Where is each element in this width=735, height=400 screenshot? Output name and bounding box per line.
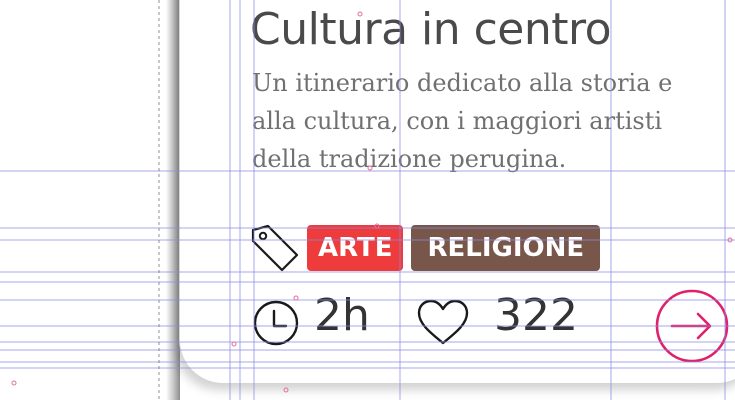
route-title: Cultura in centro <box>250 4 612 55</box>
left-column-shadow <box>166 0 180 400</box>
tag-arte[interactable]: ARTE <box>307 225 404 271</box>
arrow-right-circle-icon[interactable] <box>654 288 730 364</box>
likes-count: 322 <box>494 290 578 341</box>
tag-icon <box>251 224 299 272</box>
route-description: Un itinerario dedicato alla storia e all… <box>252 69 673 173</box>
clock-icon <box>253 300 299 346</box>
duration-value: 2h <box>314 290 370 341</box>
tags-row: ARTE RELIGIONE <box>250 224 601 272</box>
heart-outline-icon[interactable] <box>416 298 470 348</box>
tag-religione[interactable]: RELIGIONE <box>411 225 601 271</box>
